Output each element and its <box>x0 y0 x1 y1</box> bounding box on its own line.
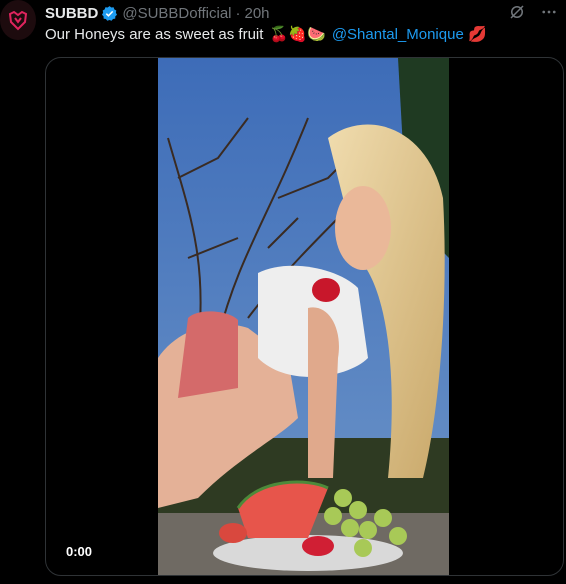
avatar[interactable] <box>0 0 36 40</box>
more-options-icon[interactable] <box>540 3 558 21</box>
separator-dot: · <box>235 4 241 22</box>
post-header: SUBBD @SUBBDofficial · 20h <box>45 3 270 23</box>
post-text-main: Our Honeys are as sweet as fruit <box>45 26 264 43</box>
video-timestamp: 0:00 <box>66 544 93 559</box>
post-actions-top <box>508 3 558 21</box>
post-text: Our Honeys are as sweet as fruit 🍒🍓🍉 @Sh… <box>45 25 487 45</box>
subbd-logo-icon <box>8 10 28 31</box>
post-time[interactable]: 20h <box>245 5 270 22</box>
fruit-emojis: 🍒🍓🍉 <box>269 26 326 43</box>
video-player[interactable]: 0:00 <box>45 57 564 576</box>
mention-link[interactable]: @Shantal_Monique <box>332 26 464 43</box>
author-handle[interactable]: @SUBBDofficial <box>122 5 231 22</box>
video-frame[interactable] <box>158 58 449 575</box>
grok-icon[interactable] <box>508 3 526 21</box>
kiss-emoji: 💋 <box>467 26 487 43</box>
verified-badge-icon <box>101 5 118 22</box>
author-name[interactable]: SUBBD <box>45 5 98 22</box>
